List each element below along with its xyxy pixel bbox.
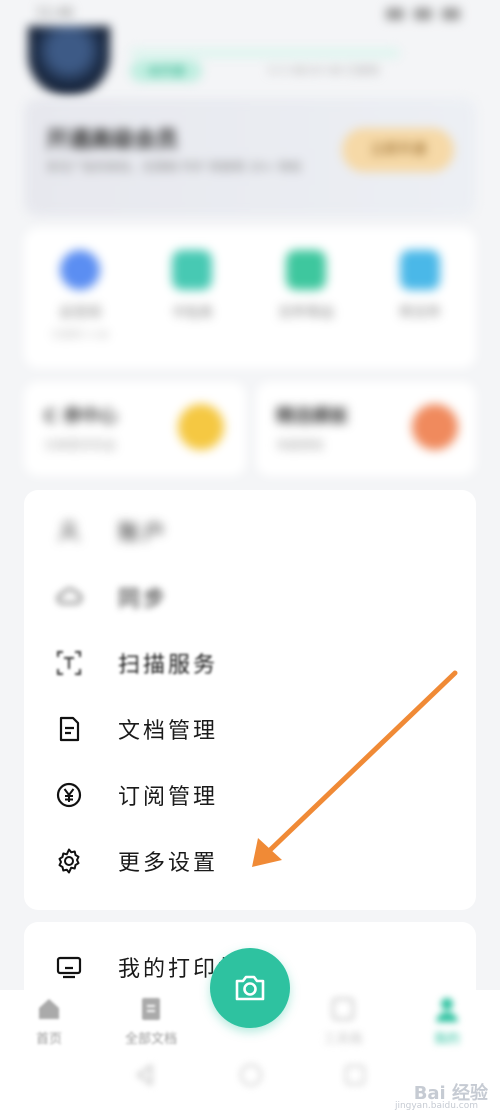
nav-mine[interactable]: 我的 <box>412 996 482 1047</box>
menu-label: 账户 <box>118 521 169 546</box>
tool-label: 文件导出 <box>278 305 334 321</box>
coupon-icon <box>178 404 224 450</box>
nav-label: 全部文档 <box>124 1032 177 1047</box>
cloud-icon <box>52 580 86 614</box>
template-card[interactable]: 精选模板 海量模板 <box>256 382 476 476</box>
back-icon[interactable] <box>132 1062 158 1088</box>
coupon-center-card[interactable]: C 券中心 兑换更多权益 <box>24 382 246 476</box>
profile-header[interactable]: 未开通 5.5 GB/10 GB 已使用 <box>0 18 500 108</box>
scan-text-icon <box>52 646 86 680</box>
camera-icon <box>235 975 265 1001</box>
quick-tools: 云空间 已使用 5 GB 卡包夹 文件导出 传文件 <box>24 228 476 368</box>
nav-home[interactable]: 首页 <box>14 996 84 1047</box>
menu-label: 扫描服务 <box>118 653 219 678</box>
menu-item-more-settings[interactable]: 更多设置 <box>24 828 476 894</box>
avatar[interactable] <box>28 26 110 96</box>
home-icon <box>36 996 62 1022</box>
gear-icon <box>52 844 86 878</box>
camera-scan-button[interactable] <box>210 948 290 1028</box>
settings-menu: 账户 同步 扫描服务 文档管理 订阅管理 更多设置 <box>24 490 476 910</box>
document-icon <box>138 996 164 1022</box>
printer-icon <box>52 950 86 984</box>
user-icon <box>52 514 86 548</box>
document-icon <box>52 712 86 746</box>
transfer-icon <box>400 250 440 290</box>
yen-icon <box>52 778 86 812</box>
tool-label: 云空间 <box>59 305 101 321</box>
vip-banner-title: 开通高级会员 <box>46 128 179 153</box>
menu-item-sync[interactable]: 同步 <box>24 564 476 630</box>
storage-bar <box>130 48 400 58</box>
cloud-icon <box>60 250 100 290</box>
home-circle-icon[interactable] <box>238 1062 264 1088</box>
vip-open-button[interactable]: 立即开通 <box>342 128 454 172</box>
nav-label: 我的 <box>433 1032 460 1047</box>
template-icon <box>412 404 458 450</box>
menu-label: 更多设置 <box>118 851 219 876</box>
card-sub: 兑换更多权益 <box>44 438 117 452</box>
recent-apps-icon[interactable] <box>342 1062 368 1088</box>
tool-sub: 已使用 5 GB <box>51 330 109 341</box>
nav-label: 工具箱 <box>323 1032 363 1047</box>
tool-card-folder[interactable]: 卡包夹 <box>142 250 242 322</box>
storage-usage-text: 5.5 GB/10 GB 已使用 <box>268 64 379 77</box>
nav-all-documents[interactable]: 全部文档 <box>116 996 186 1047</box>
toolbox-icon <box>330 996 356 1022</box>
tool-label: 传文件 <box>399 305 441 321</box>
nav-toolbox[interactable]: 工具箱 <box>308 996 378 1047</box>
tool-cloud-space[interactable]: 云空间 已使用 5 GB <box>30 250 130 341</box>
vip-banner-desc: 享无广告的体验，无限制 PDF 转换等 20+ 特权 <box>46 160 302 174</box>
card-title: C 券中心 <box>44 406 118 427</box>
menu-label: 同步 <box>118 587 169 612</box>
menu-item-account[interactable]: 账户 <box>24 498 476 564</box>
menu-label: 文档管理 <box>118 719 219 744</box>
watermark-url: jingyan.baidu.com <box>394 1101 478 1111</box>
nav-label: 首页 <box>35 1032 62 1047</box>
vip-status-badge: 未开通 <box>130 60 202 82</box>
user-icon <box>434 996 460 1022</box>
folder-icon <box>172 250 212 290</box>
card-sub: 海量模板 <box>276 438 325 452</box>
vip-banner[interactable]: 开通高级会员 享无广告的体验，无限制 PDF 转换等 20+ 特权 立即开通 <box>24 98 476 216</box>
menu-item-document-management[interactable]: 文档管理 <box>24 696 476 762</box>
file-export-icon <box>286 250 326 290</box>
tool-transfer-file[interactable]: 传文件 <box>370 250 470 322</box>
tool-file-export[interactable]: 文件导出 <box>256 250 356 322</box>
tool-label: 卡包夹 <box>171 305 213 321</box>
menu-label: 订阅管理 <box>118 785 219 810</box>
menu-item-scan-service[interactable]: 扫描服务 <box>24 630 476 696</box>
menu-item-subscription-management[interactable]: 订阅管理 <box>24 762 476 828</box>
card-title: 精选模板 <box>276 406 348 427</box>
